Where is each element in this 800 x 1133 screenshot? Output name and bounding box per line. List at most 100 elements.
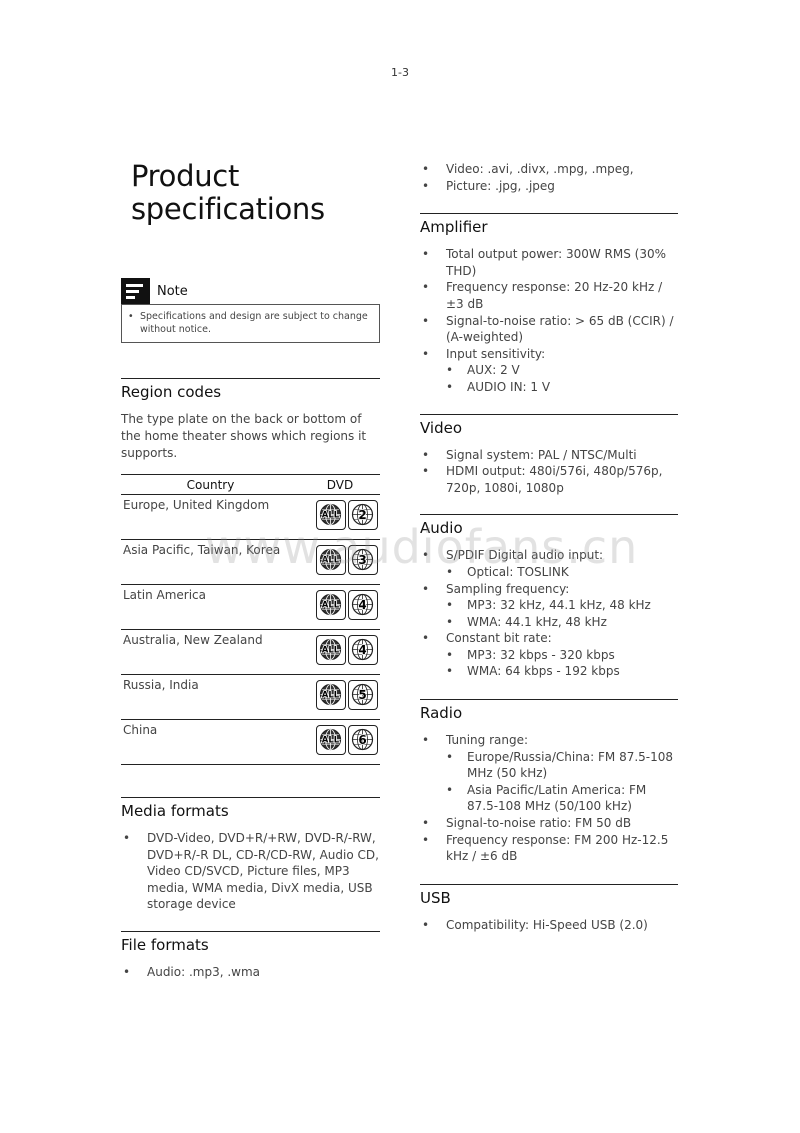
svg-text:4: 4	[358, 643, 366, 657]
note-header: Note	[121, 278, 380, 304]
spec-sub-item: • AUDIO IN: 1 V	[446, 379, 551, 394]
country-cell: Russia, India	[121, 674, 300, 720]
bullet-icon: •	[446, 749, 454, 764]
spec-item: • Constant bit rate: • MP3: 32 kbps - 320 k…	[420, 630, 678, 680]
spec-sub-item: • WMA: 64 kbps - 192 kbps	[446, 664, 620, 679]
spec-text: HDMI output: 480i/576i, 480p/576p, 720p,…	[446, 464, 663, 495]
spec-item: • Signal-to-noise ratio: > 65 dB (CCIR) /…	[420, 313, 678, 346]
audio-heading: Audio	[420, 519, 463, 538]
spec-text: Total output power: 300W RMS (30% THD)	[446, 247, 667, 278]
region-2-icon: 2	[348, 500, 378, 530]
country-cell: Asia Pacific, Taiwan, Korea	[121, 539, 300, 585]
bullet-icon: •	[422, 346, 430, 361]
file-formats-list-continued: • Video: .avi, .divx, .mpg, .mpeg, • Pictu…	[420, 161, 678, 194]
svg-text:ALL: ALL	[322, 511, 340, 521]
section-usb: USB • Compatibility: Hi-Speed USB (2.0)	[420, 883, 678, 934]
video-heading: Video	[420, 418, 463, 437]
spec-text: Frequency response: 20 Hz-20 kHz / ±3 dB	[446, 280, 663, 311]
svg-text:3: 3	[358, 553, 366, 567]
section-audio: Audio • S/PDIF Digital audio input: • Optic…	[420, 514, 678, 680]
usb-list: • Compatibility: Hi-Speed USB (2.0)	[420, 917, 678, 934]
spec-text: Input sensitivity:	[446, 346, 546, 361]
spec-item: • Signal system: PAL / NTSC/Multi	[420, 447, 678, 464]
dvd-region-cell: ALL 6	[300, 719, 380, 765]
page-number: 1-3	[391, 66, 409, 79]
bullet-icon: •	[422, 832, 430, 847]
column-header-dvd: DVD	[300, 474, 380, 495]
region-all-icon: ALL	[316, 500, 346, 530]
dvd-region-cell: ALL 3	[300, 539, 380, 585]
file-formats-list: • Audio: .mp3, .wma	[121, 964, 380, 981]
note-label: Note	[157, 283, 188, 299]
video-list: • Signal system: PAL / NTSC/Multi • HDMI ou…	[420, 447, 678, 497]
spec-text: S/PDIF Digital audio input:	[446, 548, 604, 563]
section-radio: Radio • Tuning range: • Europe/Russia/China…	[420, 699, 678, 865]
bullet-icon: •	[128, 311, 134, 322]
svg-text:ALL: ALL	[322, 601, 340, 611]
table-row: Asia Pacific, Taiwan, Korea ALL 3	[121, 539, 380, 585]
table-row: Australia, New Zealand ALL 4	[121, 629, 380, 675]
region-4-icon: 4	[348, 590, 378, 620]
spec-item: • Sampling frequency: • MP3: 32 kHz, 44.1 k…	[420, 581, 678, 631]
dvd-region-cell: ALL 4	[300, 629, 380, 675]
region-3-icon: 3	[348, 545, 378, 575]
spec-item: • Signal-to-noise ratio: FM 50 dB	[420, 815, 678, 832]
section-media-formats: Media formats • DVD-Video, DVD+R/+RW, DVD…	[121, 797, 380, 913]
svg-text:5: 5	[358, 688, 366, 702]
amplifier-list: • Total output power: 300W RMS (30% THD) •…	[420, 246, 678, 395]
bullet-icon: •	[123, 964, 131, 979]
spec-text: Signal-to-noise ratio: > 65 dB (CCIR) / …	[446, 313, 674, 345]
bullet-icon: •	[422, 548, 430, 563]
spec-item: • S/PDIF Digital audio input: • Optical: TO…	[420, 547, 678, 580]
bullet-icon: •	[123, 831, 131, 845]
note-callout: Note • Specifications and design are sub…	[121, 278, 380, 343]
media-formats-list: • DVD-Video, DVD+R/+RW, DVD-R/-RW, DVD+R/…	[121, 830, 380, 913]
left-column: Product specifications Note • Specificat…	[121, 160, 380, 981]
audio-list: • S/PDIF Digital audio input: • Optical: TO…	[420, 547, 678, 680]
section-file-formats: File formats • Audio: .mp3, .wma	[121, 930, 380, 981]
dvd-region-cell: ALL 2	[300, 494, 380, 540]
spec-text: Signal-to-noise ratio: FM 50 dB	[446, 816, 632, 831]
spec-sub-item: • AUX: 2 V	[446, 363, 520, 378]
region-5-icon: 5	[348, 680, 378, 710]
amplifier-heading: Amplifier	[420, 218, 488, 237]
spec-sub-item: • Asia Pacific/Latin America: FM 87.5-108…	[446, 782, 647, 814]
spec-text: Tuning range:	[446, 733, 529, 748]
bullet-icon: •	[422, 581, 430, 596]
bullet-icon: •	[446, 647, 454, 662]
bullet-icon: •	[422, 464, 430, 479]
spec-sub-item: • MP3: 32 kHz, 44.1 kHz, 48 kHz	[446, 598, 651, 613]
svg-text:ALL: ALL	[322, 736, 340, 746]
bullet-icon: •	[422, 917, 430, 932]
bullet-icon: •	[446, 564, 454, 579]
column-header-country: Country	[121, 474, 300, 495]
spec-item: • Compatibility: Hi-Speed USB (2.0)	[420, 917, 678, 934]
country-cell: Australia, New Zealand	[121, 629, 300, 675]
spec-sub-item: • WMA: 44.1 kHz, 48 kHz	[446, 614, 607, 629]
bullet-icon: •	[422, 313, 430, 328]
table-row: Russia, India ALL 5	[121, 674, 380, 720]
region-all-icon: ALL	[316, 725, 346, 755]
bullet-icon: •	[422, 280, 430, 295]
bullet-icon: •	[422, 247, 430, 262]
list-item: • DVD-Video, DVD+R/+RW, DVD-R/-RW, DVD+R/…	[123, 831, 379, 912]
region-all-icon: ALL	[316, 590, 346, 620]
spec-text: Sampling frequency:	[446, 581, 570, 596]
spec-item: • Input sensitivity: • AUX: 2 V • AUDIO IN: 1…	[420, 346, 678, 396]
region-codes-table: Country DVD Europe, United Kingdom ALL 2 As…	[121, 474, 380, 765]
radio-heading: Radio	[420, 704, 463, 723]
svg-text:4: 4	[358, 598, 366, 612]
spec-item: • Tuning range: • Europe/Russia/China: FM 8…	[420, 732, 678, 815]
bullet-icon: •	[446, 379, 454, 394]
table-row: Europe, United Kingdom ALL 2	[121, 494, 380, 540]
dvd-region-cell: ALL 4	[300, 584, 380, 630]
bullet-icon: •	[446, 598, 454, 613]
bullet-icon: •	[446, 782, 454, 797]
region-codes-heading: Region codes	[121, 383, 222, 401]
spec-item: • HDMI output: 480i/576i, 480p/576p, 720p…	[420, 463, 678, 496]
page-title: Product specifications	[131, 160, 380, 226]
list-item: • Video: .avi, .divx, .mpg, .mpeg,	[422, 162, 634, 176]
title-line-2: specifications	[131, 192, 325, 226]
region-all-icon: ALL	[316, 545, 346, 575]
spec-text: Frequency response: FM 200 Hz-12.5 kHz /…	[446, 832, 669, 864]
